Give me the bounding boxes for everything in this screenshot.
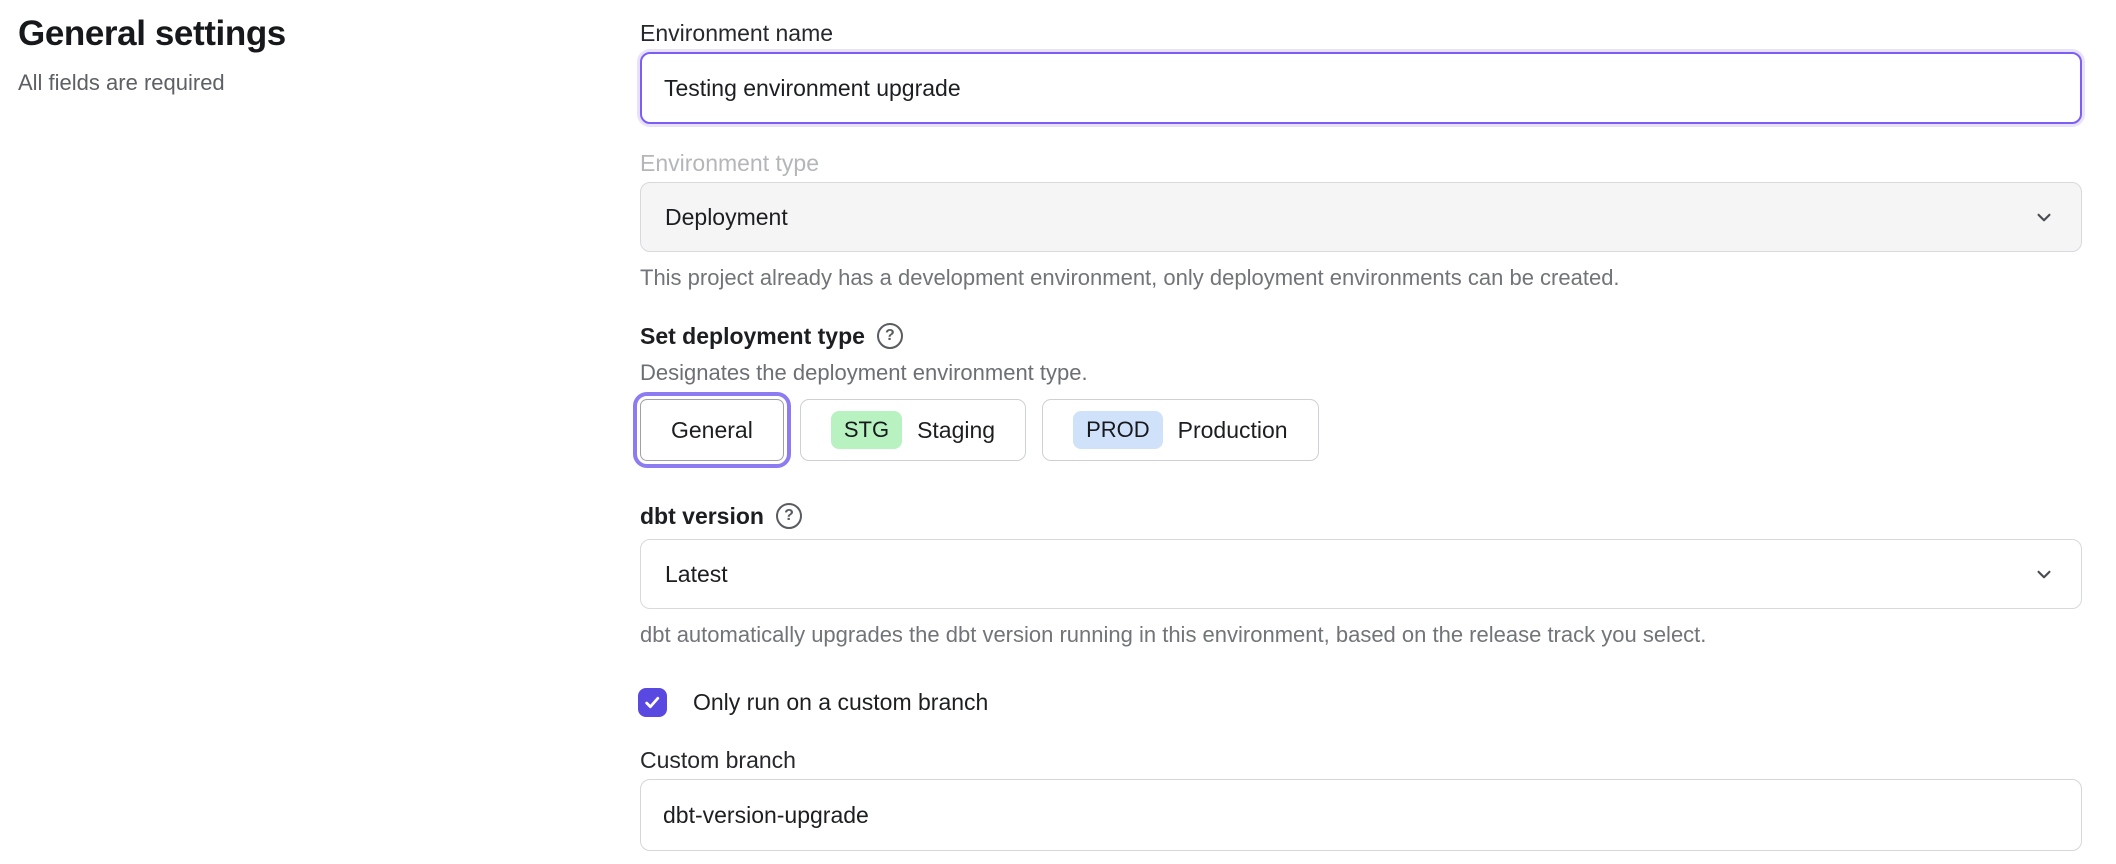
environment-type-value: Deployment bbox=[665, 204, 788, 231]
stg-badge: STG bbox=[831, 411, 902, 449]
page-title: General settings bbox=[18, 14, 598, 54]
checkmark-icon bbox=[644, 694, 661, 711]
chevron-down-icon bbox=[2031, 561, 2057, 587]
chevron-down-icon bbox=[2031, 204, 2057, 230]
environment-name-label: Environment name bbox=[640, 20, 2082, 46]
deployment-type-label-row: Set deployment type ? bbox=[640, 323, 2082, 349]
dbt-version-value: Latest bbox=[665, 561, 728, 588]
environment-type-helper: This project already has a development e… bbox=[640, 265, 2082, 291]
environment-settings-form: Environment name Environment type Deploy… bbox=[640, 0, 2082, 851]
dbt-version-label-row: dbt version ? bbox=[640, 503, 2082, 529]
prod-badge: PROD bbox=[1073, 411, 1163, 449]
custom-branch-checkbox-label[interactable]: Only run on a custom branch bbox=[693, 689, 988, 716]
custom-branch-checkbox[interactable] bbox=[638, 688, 667, 717]
deployment-type-label: Set deployment type bbox=[640, 323, 865, 349]
deployment-type-options: General STG Staging PROD Production bbox=[640, 399, 2082, 461]
option-production-label: Production bbox=[1178, 417, 1288, 444]
dbt-version-label: dbt version bbox=[640, 503, 764, 529]
custom-branch-input[interactable] bbox=[640, 779, 2082, 851]
deployment-type-option-general[interactable]: General bbox=[640, 399, 784, 461]
help-icon[interactable]: ? bbox=[776, 503, 802, 529]
dbt-version-select[interactable]: Latest bbox=[640, 539, 2082, 609]
environment-type-label: Environment type bbox=[640, 150, 2082, 176]
custom-branch-label: Custom branch bbox=[640, 747, 2082, 773]
option-staging-label: Staging bbox=[917, 417, 995, 444]
custom-branch-checkbox-row: Only run on a custom branch bbox=[638, 688, 2082, 717]
page-header: General settings All fields are required bbox=[18, 14, 598, 96]
dbt-version-helper: dbt automatically upgrades the dbt versi… bbox=[640, 622, 2082, 648]
environment-type-select: Deployment bbox=[640, 182, 2082, 252]
deployment-type-option-production[interactable]: PROD Production bbox=[1042, 399, 1319, 461]
page-subtitle: All fields are required bbox=[18, 70, 598, 96]
option-general-label: General bbox=[671, 417, 753, 444]
deployment-type-description: Designates the deployment environment ty… bbox=[640, 360, 2082, 386]
help-icon[interactable]: ? bbox=[877, 323, 903, 349]
environment-name-input[interactable] bbox=[640, 52, 2082, 124]
deployment-type-option-staging[interactable]: STG Staging bbox=[800, 399, 1026, 461]
